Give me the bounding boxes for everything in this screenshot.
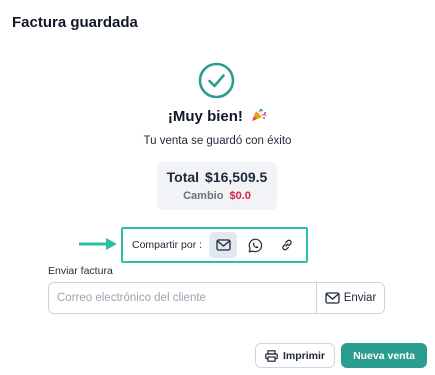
send-invoice-button[interactable]: Enviar [316, 282, 385, 314]
total-row: Total $16,509.5 [157, 169, 277, 185]
print-button[interactable]: Imprimir [255, 343, 335, 368]
whatsapp-icon [248, 238, 262, 252]
share-link-button[interactable] [273, 232, 301, 258]
mail-icon [325, 292, 340, 304]
change-value: $0.0 [229, 190, 251, 202]
mail-icon [215, 239, 231, 251]
totals-summary: Total $16,509.5 Cambio $0.0 [157, 162, 277, 210]
dialog-title: Factura guardada [12, 14, 138, 31]
change-row: Cambio $0.0 [157, 190, 277, 202]
link-icon [282, 239, 292, 251]
share-options: Compartir por : [121, 227, 308, 263]
pointer-arrow-icon [79, 238, 117, 250]
share-label: Compartir por : [132, 239, 203, 251]
print-button-label: Imprimir [282, 349, 325, 362]
headline-text: ¡Muy bien! [167, 108, 243, 125]
share-whatsapp-button[interactable] [241, 232, 269, 258]
total-label: Total [166, 169, 200, 185]
customer-email-input[interactable] [48, 282, 316, 314]
total-value: $16,509.5 [205, 169, 268, 185]
new-sale-button[interactable]: Nueva venta [341, 343, 427, 368]
printer-icon [265, 349, 278, 362]
send-invoice-label: Enviar factura [48, 265, 113, 277]
success-message: Tu venta se guardó con éxito [143, 135, 292, 147]
check-circle-icon [198, 62, 235, 99]
change-label: Cambio [183, 190, 224, 202]
send-button-label: Enviar [343, 292, 377, 304]
share-email-button[interactable] [209, 232, 237, 258]
party-popper-icon [252, 108, 267, 121]
success-headline: ¡Muy bien! [0, 108, 435, 125]
saved-invoice-dialog: Factura guardada ¡Muy bien! Tu venta se … [0, 0, 435, 375]
new-sale-button-label: Nueva venta [353, 349, 415, 362]
